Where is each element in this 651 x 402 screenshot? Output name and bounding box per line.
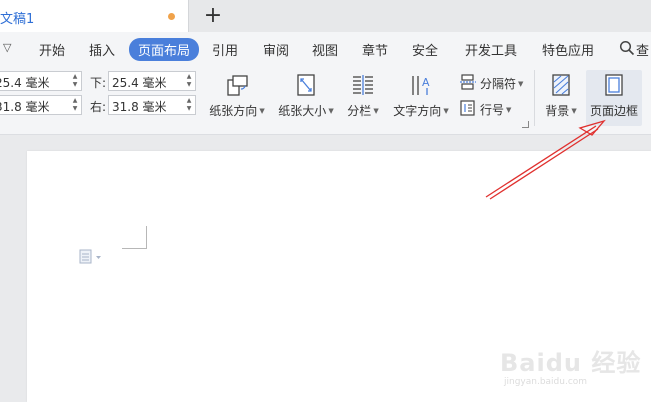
watermark-brand: Baidu 经验 [500,349,642,377]
page-setup-launcher-icon[interactable] [522,121,529,128]
paragraph-layout-icon[interactable] [79,249,103,265]
margin-row-top: 25.4 毫米 ▲ ▼ 下: 25.4 毫米 ▲ ▼ [0,71,200,91]
text-direction-dropdown-icon: ▼ [443,107,449,115]
menu-item-sections[interactable]: 章节 [362,40,388,59]
orientation-button[interactable]: 纸张方向 ▼ [206,72,268,119]
margin-crop-mark [122,226,147,249]
breaks-dropdown-icon: ▼ [518,80,524,88]
search-icon[interactable] [619,40,635,56]
margin-left-input[interactable]: 31.8 毫米 ▲ ▼ [0,95,82,115]
page-border-icon [605,74,623,96]
columns-label: 分栏 [347,104,372,118]
paper-size-icon [297,74,315,96]
menu-item-home[interactable]: 开始 [39,40,65,59]
menu-item-developer[interactable]: 开发工具 [465,40,517,59]
margin-row-side: 31.8 毫米 ▲ ▼ 右: 31.8 毫米 ▲ ▼ [0,95,200,115]
menu-item-insert[interactable]: 插入 [89,40,115,59]
line-numbers-icon [460,100,475,116]
margin-right-label: 右: [90,100,107,114]
menu-bar: ▽ 开始 插入 页面布局 引用 审阅 视图 章节 安全 开发工具 特色应用 查 [0,32,651,66]
background-dropdown-icon: ▼ [571,107,577,115]
breaks-icon [460,74,476,90]
group-divider [534,70,535,126]
menu-item-view[interactable]: 视图 [312,40,338,59]
breaks-button[interactable]: 分隔符 ▼ [460,72,530,92]
columns-button[interactable]: 分栏 ▼ [343,72,383,119]
watermark-url: jingyan.baidu.com [504,377,588,387]
line-numbers-label: 行号 [480,103,505,117]
margin-left-stepper[interactable]: ▲ ▼ [71,97,79,113]
paper-size-dropdown-icon: ▼ [328,107,334,115]
margin-top-input[interactable]: 25.4 毫米 ▲ ▼ [0,71,82,91]
margin-bottom-stepper[interactable]: ▲ ▼ [185,73,193,89]
page-orientation-icon [227,75,248,96]
margin-top-stepper[interactable]: ▲ ▼ [71,73,79,89]
menu-item-security[interactable]: 安全 [412,40,438,59]
text-direction-button[interactable]: A 文字方向 ▼ [388,72,454,119]
new-tab-button[interactable]: + [201,3,225,29]
document-tab-title: 文稿1 [0,12,35,27]
menu-item-page-layout[interactable]: 页面布局 [129,38,200,61]
document-tab[interactable]: 文稿1 [0,0,189,32]
paper-size-label: 纸张大小 [278,104,327,118]
columns-dropdown-icon: ▼ [373,107,379,115]
page-background-icon [552,74,570,96]
svg-text:A: A [422,76,430,89]
margin-right-stepper[interactable]: ▲ ▼ [185,97,193,113]
baidu-jingyan-watermark: Baidu 经验 jingyan.baidu.com [500,343,640,391]
orientation-dropdown-icon: ▼ [259,107,265,115]
search-label[interactable]: 查 [636,40,649,59]
collapse-menu-icon[interactable]: ▽ [3,41,11,54]
text-direction-icon: A [412,76,430,95]
page-border-button[interactable]: 页面边框 [586,72,642,119]
breaks-label: 分隔符 [480,77,517,91]
orientation-label: 纸张方向 [209,104,258,118]
background-button[interactable]: 背景 ▼ [540,72,582,119]
menu-item-references[interactable]: 引用 [212,40,238,59]
margin-right-input[interactable]: 31.8 毫米 ▲ ▼ [108,95,196,115]
paper-size-button[interactable]: 纸张大小 ▼ [275,72,337,119]
menu-item-review[interactable]: 审阅 [263,40,289,59]
line-numbers-button[interactable]: 行号 ▼ [460,98,520,118]
menu-item-featured[interactable]: 特色应用 [542,40,594,59]
tab-strip: 文稿1 + [0,0,651,32]
line-numbers-dropdown-icon: ▼ [506,106,512,114]
text-direction-label: 文字方向 [393,104,442,118]
columns-icon [353,75,373,95]
margin-bottom-label: 下: [90,76,107,90]
margin-bottom-input[interactable]: 25.4 毫米 ▲ ▼ [108,71,196,91]
background-label: 背景 [545,104,570,118]
page-border-label: 页面边框 [589,104,638,118]
unsaved-indicator [168,13,175,20]
